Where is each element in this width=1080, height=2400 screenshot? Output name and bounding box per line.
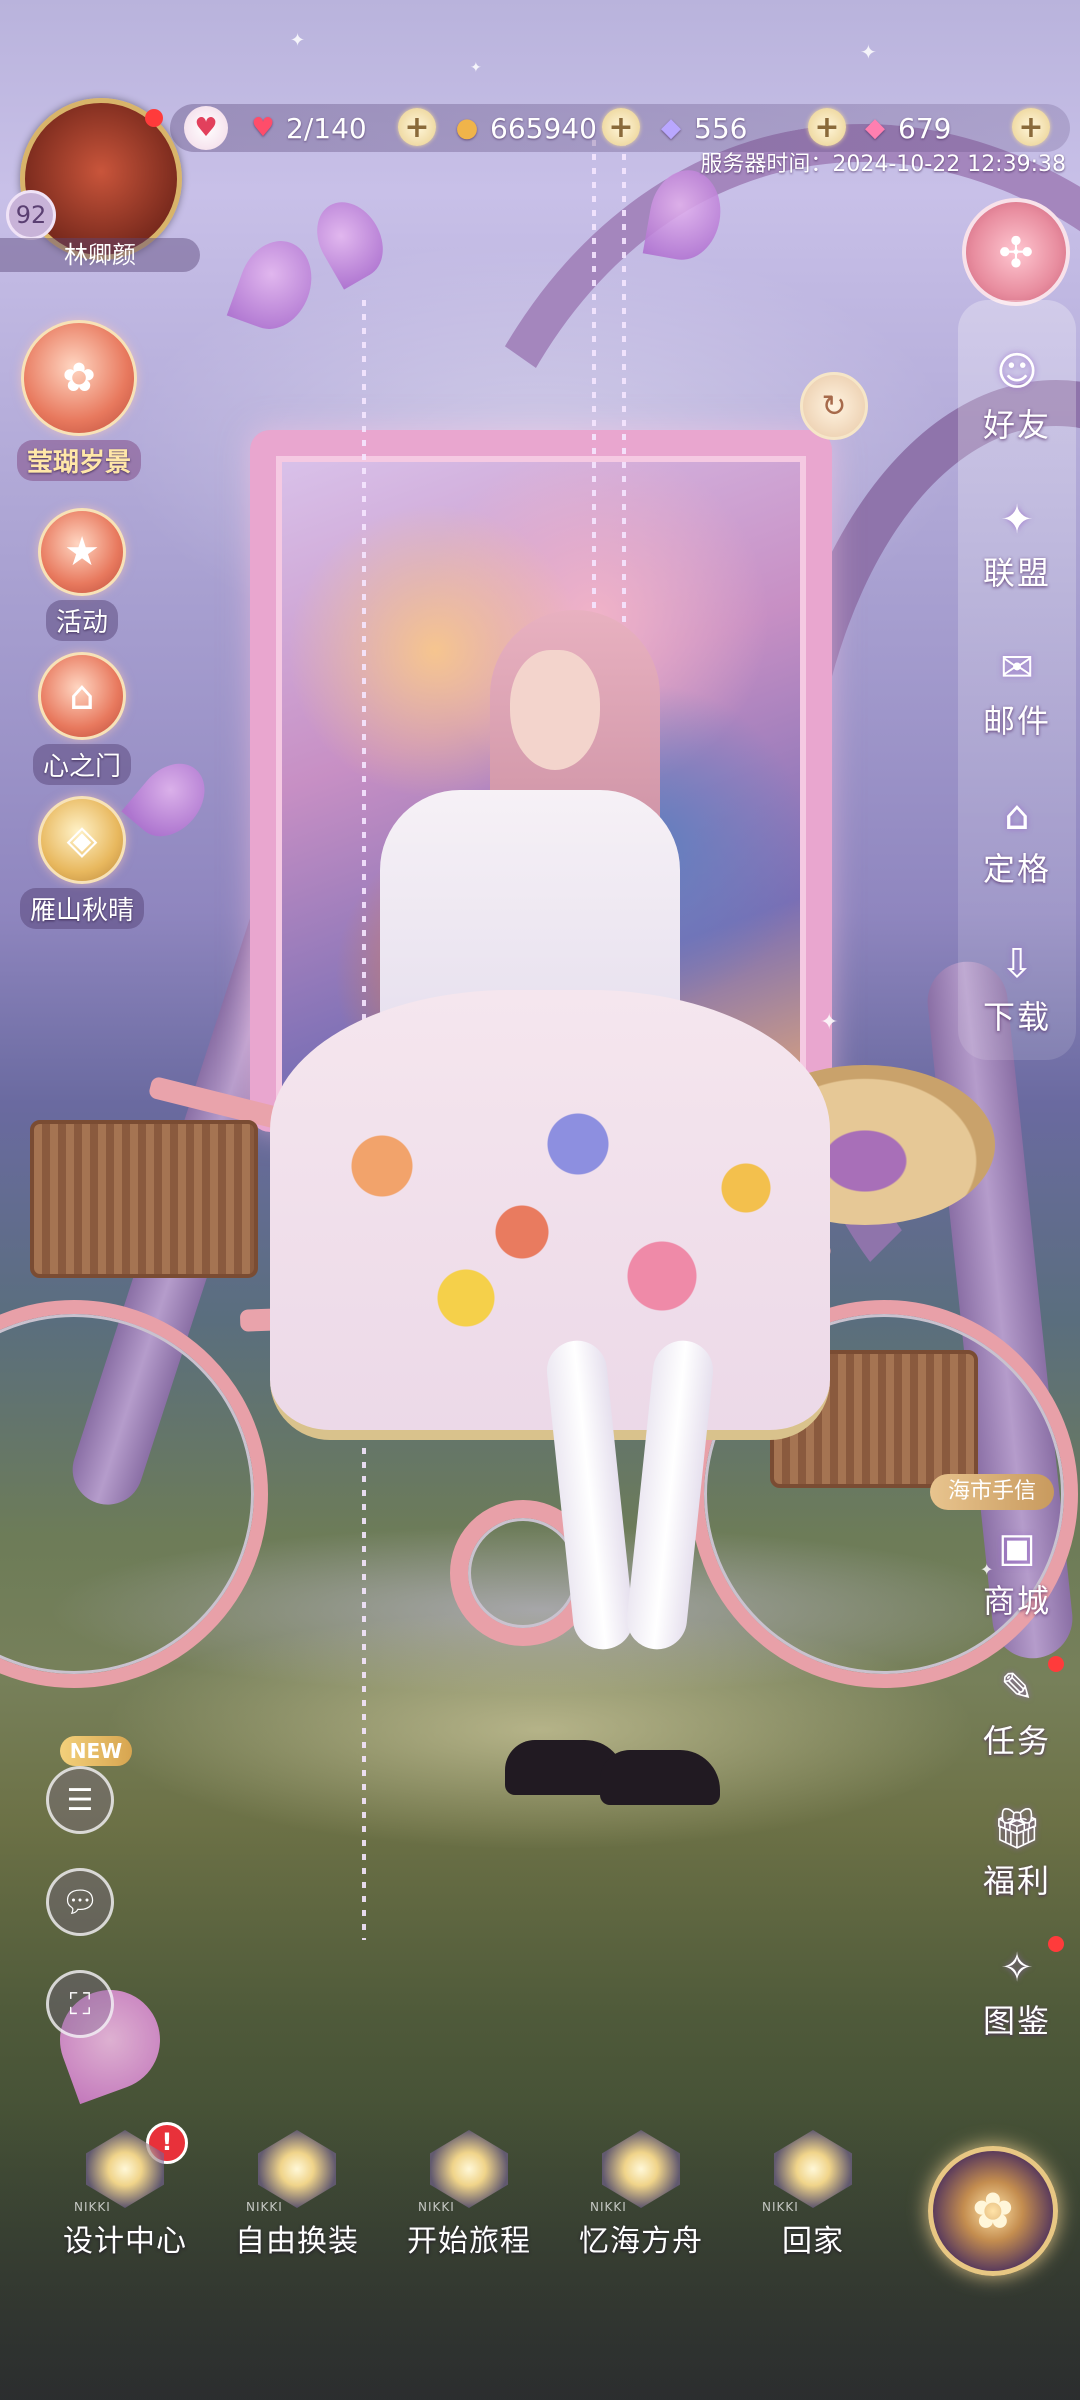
gift-icon: 🎁︎ bbox=[991, 1805, 1043, 1852]
diamond-value: 556 bbox=[694, 111, 748, 145]
nav-design-center[interactable]: ! NIKKI 设计中心 bbox=[50, 2122, 200, 2260]
friends-button[interactable]: ☺ 好友 bbox=[958, 336, 1076, 456]
add-diamond-button[interactable]: + bbox=[808, 108, 846, 146]
hud: 92 林卿颜 ♥ ♥ 2/140 + ● 665940 + ◆ 556 + ◆ … bbox=[0, 0, 1080, 2400]
autumn-event-button[interactable]: ◈ 雁山秋晴 bbox=[20, 796, 144, 929]
notification-dot bbox=[1048, 1936, 1064, 1952]
fullscreen-icon: ⛶ bbox=[69, 1986, 91, 2022]
shop-button[interactable]: ▣ 商城 bbox=[958, 1512, 1076, 1632]
crystal-counter: ◆ 679 bbox=[860, 106, 951, 150]
chat-button[interactable]: 💬︎ bbox=[46, 1868, 114, 1936]
nav-memory-ark[interactable]: NIKKI 忆海方舟 bbox=[566, 2130, 716, 2260]
coral-icon: ✿ bbox=[21, 320, 137, 436]
diamond-icon: ◈ bbox=[38, 796, 126, 884]
camera-angle-button[interactable]: ↻ bbox=[800, 372, 868, 440]
heart-icon: ♥ bbox=[251, 113, 275, 143]
door-icon: ⌂ bbox=[38, 652, 126, 740]
diamond-icon: ◆ bbox=[661, 113, 681, 143]
shop-icon: ▣ bbox=[998, 1525, 1036, 1571]
download-button[interactable]: ⇩ 下载 bbox=[958, 928, 1076, 1048]
heart-door-button[interactable]: ⌂ 心之门 bbox=[22, 652, 142, 785]
nav-gem-icon bbox=[258, 2130, 336, 2208]
rotate-icon: ↻ bbox=[821, 388, 847, 424]
mail-icon: ✉ bbox=[1000, 645, 1034, 691]
friend-icon: ☺ bbox=[996, 349, 1038, 395]
nav-gem-icon bbox=[602, 2130, 680, 2208]
alliance-icon: ✦ bbox=[1000, 497, 1034, 543]
gold-value: 665940 bbox=[490, 111, 597, 145]
nav-start-journey[interactable]: NIKKI 开始旅程 bbox=[394, 2130, 544, 2260]
moon-menu-button[interactable]: ✿ bbox=[928, 2146, 1058, 2276]
stamina-value: 2/140 bbox=[286, 111, 367, 145]
collection-button[interactable]: ✧ 图鉴 bbox=[958, 1932, 1076, 2052]
photo-mode-button[interactable]: ⌂ 定格 bbox=[958, 780, 1076, 900]
cat-coin-icon: ● bbox=[455, 113, 479, 143]
heart-icon: ♥ bbox=[194, 113, 218, 143]
moon-flower-icon: ✿ bbox=[972, 2182, 1014, 2240]
crystal-value: 679 bbox=[898, 111, 952, 145]
add-gold-button[interactable]: + bbox=[602, 108, 640, 146]
notification-dot bbox=[1048, 1656, 1064, 1672]
chat-icon: 💬︎ bbox=[60, 1884, 100, 1920]
fullscreen-button[interactable]: ⛶ bbox=[46, 1970, 114, 2038]
welfare-button[interactable]: 🎁︎ 福利 bbox=[958, 1792, 1076, 1912]
tasks-button[interactable]: ✎ 任务 bbox=[958, 1652, 1076, 1772]
pinwheel-icon: ✣ bbox=[998, 227, 1034, 277]
alliance-button[interactable]: ✦ 联盟 bbox=[958, 484, 1076, 604]
nav-free-dressup[interactable]: NIKKI 自由换装 bbox=[222, 2130, 372, 2260]
download-icon: ⇩ bbox=[1000, 941, 1034, 987]
add-stamina-button[interactable]: + bbox=[398, 108, 436, 146]
nav-go-home[interactable]: NIKKI 回家 bbox=[738, 2130, 888, 2260]
add-crystal-button[interactable]: + bbox=[1012, 108, 1050, 146]
shop-promo-tag: 海市手信 bbox=[930, 1474, 1054, 1510]
diamond-counter: ◆ 556 bbox=[656, 106, 747, 150]
player-level-badge: 92 bbox=[6, 190, 56, 240]
nav-gem-icon bbox=[430, 2130, 508, 2208]
task-icon: ✎ bbox=[1000, 1665, 1034, 1711]
nav-gem-icon bbox=[774, 2130, 852, 2208]
gold-counter: ● 665940 bbox=[452, 106, 597, 150]
new-badge: NEW bbox=[60, 1736, 132, 1766]
server-time: 服务器时间：2024-10-22 12:39:38 bbox=[700, 152, 1066, 177]
notice-button[interactable]: ☰ bbox=[46, 1766, 114, 1834]
collection-icon: ✧ bbox=[1000, 1945, 1034, 1991]
star-icon: ★ bbox=[38, 508, 126, 596]
event-coral-button[interactable]: ✿ 莹瑚岁景 bbox=[14, 320, 144, 481]
favorite-heart-button[interactable]: ♥ bbox=[184, 106, 228, 150]
activity-button[interactable]: ★ 活动 bbox=[22, 508, 142, 641]
notification-dot bbox=[145, 109, 163, 127]
player-name: 林卿颜 bbox=[0, 238, 200, 272]
stamina-counter: ♥ 2/140 bbox=[248, 106, 367, 150]
mail-button[interactable]: ✉ 邮件 bbox=[958, 632, 1076, 752]
pinwheel-button[interactable]: ✣ bbox=[962, 198, 1070, 306]
notice-icon: ☰ bbox=[66, 1782, 94, 1818]
crystal-icon: ◆ bbox=[865, 113, 885, 143]
home-icon: ⌂ bbox=[1004, 793, 1030, 839]
